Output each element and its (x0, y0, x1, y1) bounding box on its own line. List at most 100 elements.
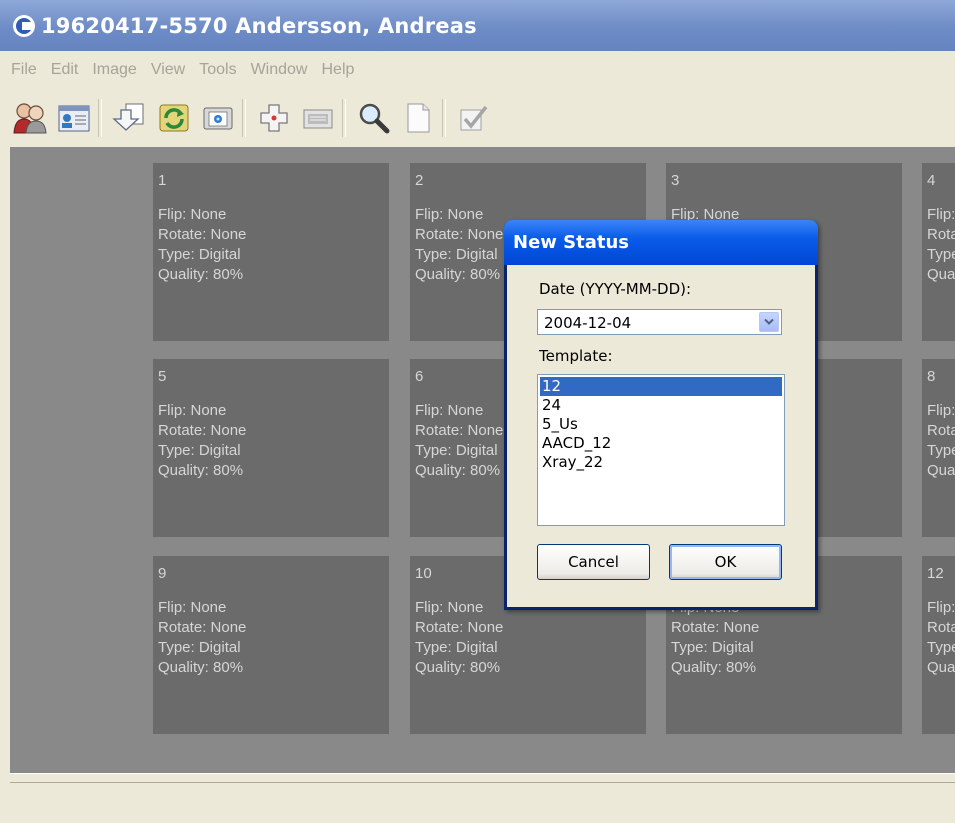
patient-card-button[interactable] (54, 98, 94, 138)
chevron-down-icon (764, 318, 774, 325)
date-value: 2004-12-04 (544, 314, 632, 332)
app-icon[interactable] (13, 14, 35, 37)
sensor-button[interactable] (298, 98, 338, 138)
image-thumbnail[interactable]: 9 Flip: None Rotate: None Type: Digital … (153, 556, 389, 734)
ok-button[interactable]: OK (669, 544, 782, 580)
thumbnail-quality: Quality: 80% (927, 462, 955, 479)
thumbnail-quality: Quality: 80% (415, 659, 501, 676)
thumbnail-quality: Quality: 80% (158, 266, 244, 283)
thumbnail-flip: Flip: None (158, 402, 227, 419)
patients-button[interactable] (10, 98, 50, 138)
template-item[interactable]: 5_Us (540, 415, 782, 434)
thumbnail-quality: Quality: 80% (415, 462, 501, 479)
window-titlebar[interactable]: 19620417-5570 Andersson, Andreas (0, 0, 955, 51)
thumbnail-quality: Quality: 80% (158, 462, 244, 479)
thumbnail-type: Type: Digital (927, 246, 955, 263)
thumbnail-flip: Flip: None (927, 599, 955, 616)
search-button[interactable] (354, 98, 394, 138)
thumbnail-number: 12 (927, 565, 944, 582)
thumbnail-rotate: Rotate: None (415, 422, 504, 439)
thumbnail-flip: Flip: None (927, 206, 955, 223)
new-document-button[interactable] (398, 98, 438, 138)
import-icon (112, 103, 144, 131)
thumbnail-flip: Flip: None (415, 599, 484, 616)
toolbar-separator (342, 99, 346, 137)
add-cross-icon (260, 104, 288, 132)
refresh-button[interactable] (154, 98, 194, 138)
patient-card-icon (58, 105, 90, 132)
thumbnail-flip: Flip: None (415, 206, 484, 223)
thumbnail-rotate: Rotate: None (158, 422, 247, 439)
status-panel (10, 773, 955, 823)
menu-help[interactable]: Help (321, 61, 354, 79)
status-divider (10, 782, 955, 783)
cancel-button[interactable]: Cancel (537, 544, 650, 580)
dialog-titlebar[interactable]: New Status (504, 220, 818, 265)
menu-image[interactable]: Image (92, 61, 136, 79)
thumbnail-type: Type: Digital (927, 442, 955, 459)
thumbnail-type: Type: Digital (671, 639, 754, 656)
dialog-body: Date (YYYY-MM-DD): 2004-12-04 Template: … (507, 265, 815, 607)
thumbnail-number: 2 (415, 172, 424, 189)
refresh-icon (159, 104, 189, 132)
template-item[interactable]: 24 (540, 396, 782, 415)
thumbnail-rotate: Rotate: None (927, 619, 955, 636)
dropdown-arrow-button[interactable] (759, 312, 779, 332)
patients-icon (13, 103, 47, 134)
image-thumbnail[interactable]: 4 Flip: None Rotate: None Type: Digital … (922, 163, 955, 341)
image-thumbnail[interactable]: 5 Flip: None Rotate: None Type: Digital … (153, 359, 389, 537)
menu-edit[interactable]: Edit (51, 61, 79, 79)
thumbnail-quality: Quality: 80% (158, 659, 244, 676)
thumbnail-type: Type: Digital (415, 246, 498, 263)
new-status-dialog: New Status Date (YYYY-MM-DD): 2004-12-04… (504, 220, 818, 610)
camera-button[interactable] (198, 98, 238, 138)
thumbnail-flip: Flip: None (158, 599, 227, 616)
menu-bar: File Edit Image View Tools Window Help (0, 51, 955, 89)
new-document-icon (407, 103, 430, 133)
date-dropdown[interactable]: 2004-12-04 (537, 309, 782, 335)
template-label: Template: (539, 347, 613, 365)
thumbnail-number: 9 (158, 565, 167, 582)
image-thumbnail[interactable]: 12 Flip: None Rotate: None Type: Digital… (922, 556, 955, 734)
menu-window[interactable]: Window (251, 61, 308, 79)
approve-button[interactable] (454, 98, 494, 138)
camera-icon (203, 107, 233, 130)
thumbnail-rotate: Rotate: None (927, 226, 955, 243)
template-item[interactable]: AACD_12 (540, 434, 782, 453)
thumbnail-number: 3 (671, 172, 680, 189)
approve-icon (460, 105, 488, 131)
thumbnail-quality: Quality: 80% (927, 659, 955, 676)
add-button[interactable] (254, 98, 294, 138)
menu-tools[interactable]: Tools (199, 61, 236, 79)
thumbnail-number: 5 (158, 368, 167, 385)
thumbnail-flip: Flip: None (415, 402, 484, 419)
toolbar-separator (242, 99, 246, 137)
toolbar-separator (442, 99, 446, 137)
menu-view[interactable]: View (151, 61, 185, 79)
template-listbox[interactable]: 12 24 5_Us AACD_12 Xray_22 (537, 374, 785, 526)
template-item[interactable]: Xray_22 (540, 453, 782, 472)
dialog-title: New Status (513, 232, 630, 253)
thumbnail-type: Type: Digital (927, 639, 955, 656)
sensor-icon (303, 109, 333, 129)
thumbnail-rotate: Rotate: None (158, 619, 247, 636)
import-button[interactable] (110, 98, 150, 138)
thumbnail-rotate: Rotate: None (158, 226, 247, 243)
thumbnail-rotate: Rotate: None (927, 422, 955, 439)
toolbar-separator (98, 99, 102, 137)
thumbnail-number: 4 (927, 172, 936, 189)
image-thumbnail[interactable]: 8 Flip: None Rotate: None Type: Digital … (922, 359, 955, 537)
thumbnail-rotate: Rotate: None (415, 226, 504, 243)
thumbnail-flip: Flip: None (927, 402, 955, 419)
thumbnail-type: Type: Digital (158, 246, 241, 263)
menu-file[interactable]: File (11, 61, 37, 79)
thumbnail-number: 1 (158, 172, 167, 189)
thumbnail-type: Type: Digital (415, 639, 498, 656)
thumbnail-number: 8 (927, 368, 936, 385)
thumbnail-quality: Quality: 80% (415, 266, 501, 283)
thumbnail-type: Type: Digital (415, 442, 498, 459)
image-thumbnail[interactable]: 1 Flip: None Rotate: None Type: Digital … (153, 163, 389, 341)
template-item-selected[interactable]: 12 (540, 377, 782, 396)
thumbnail-flip: Flip: None (158, 206, 227, 223)
window-title: 19620417-5570 Andersson, Andreas (41, 13, 477, 38)
